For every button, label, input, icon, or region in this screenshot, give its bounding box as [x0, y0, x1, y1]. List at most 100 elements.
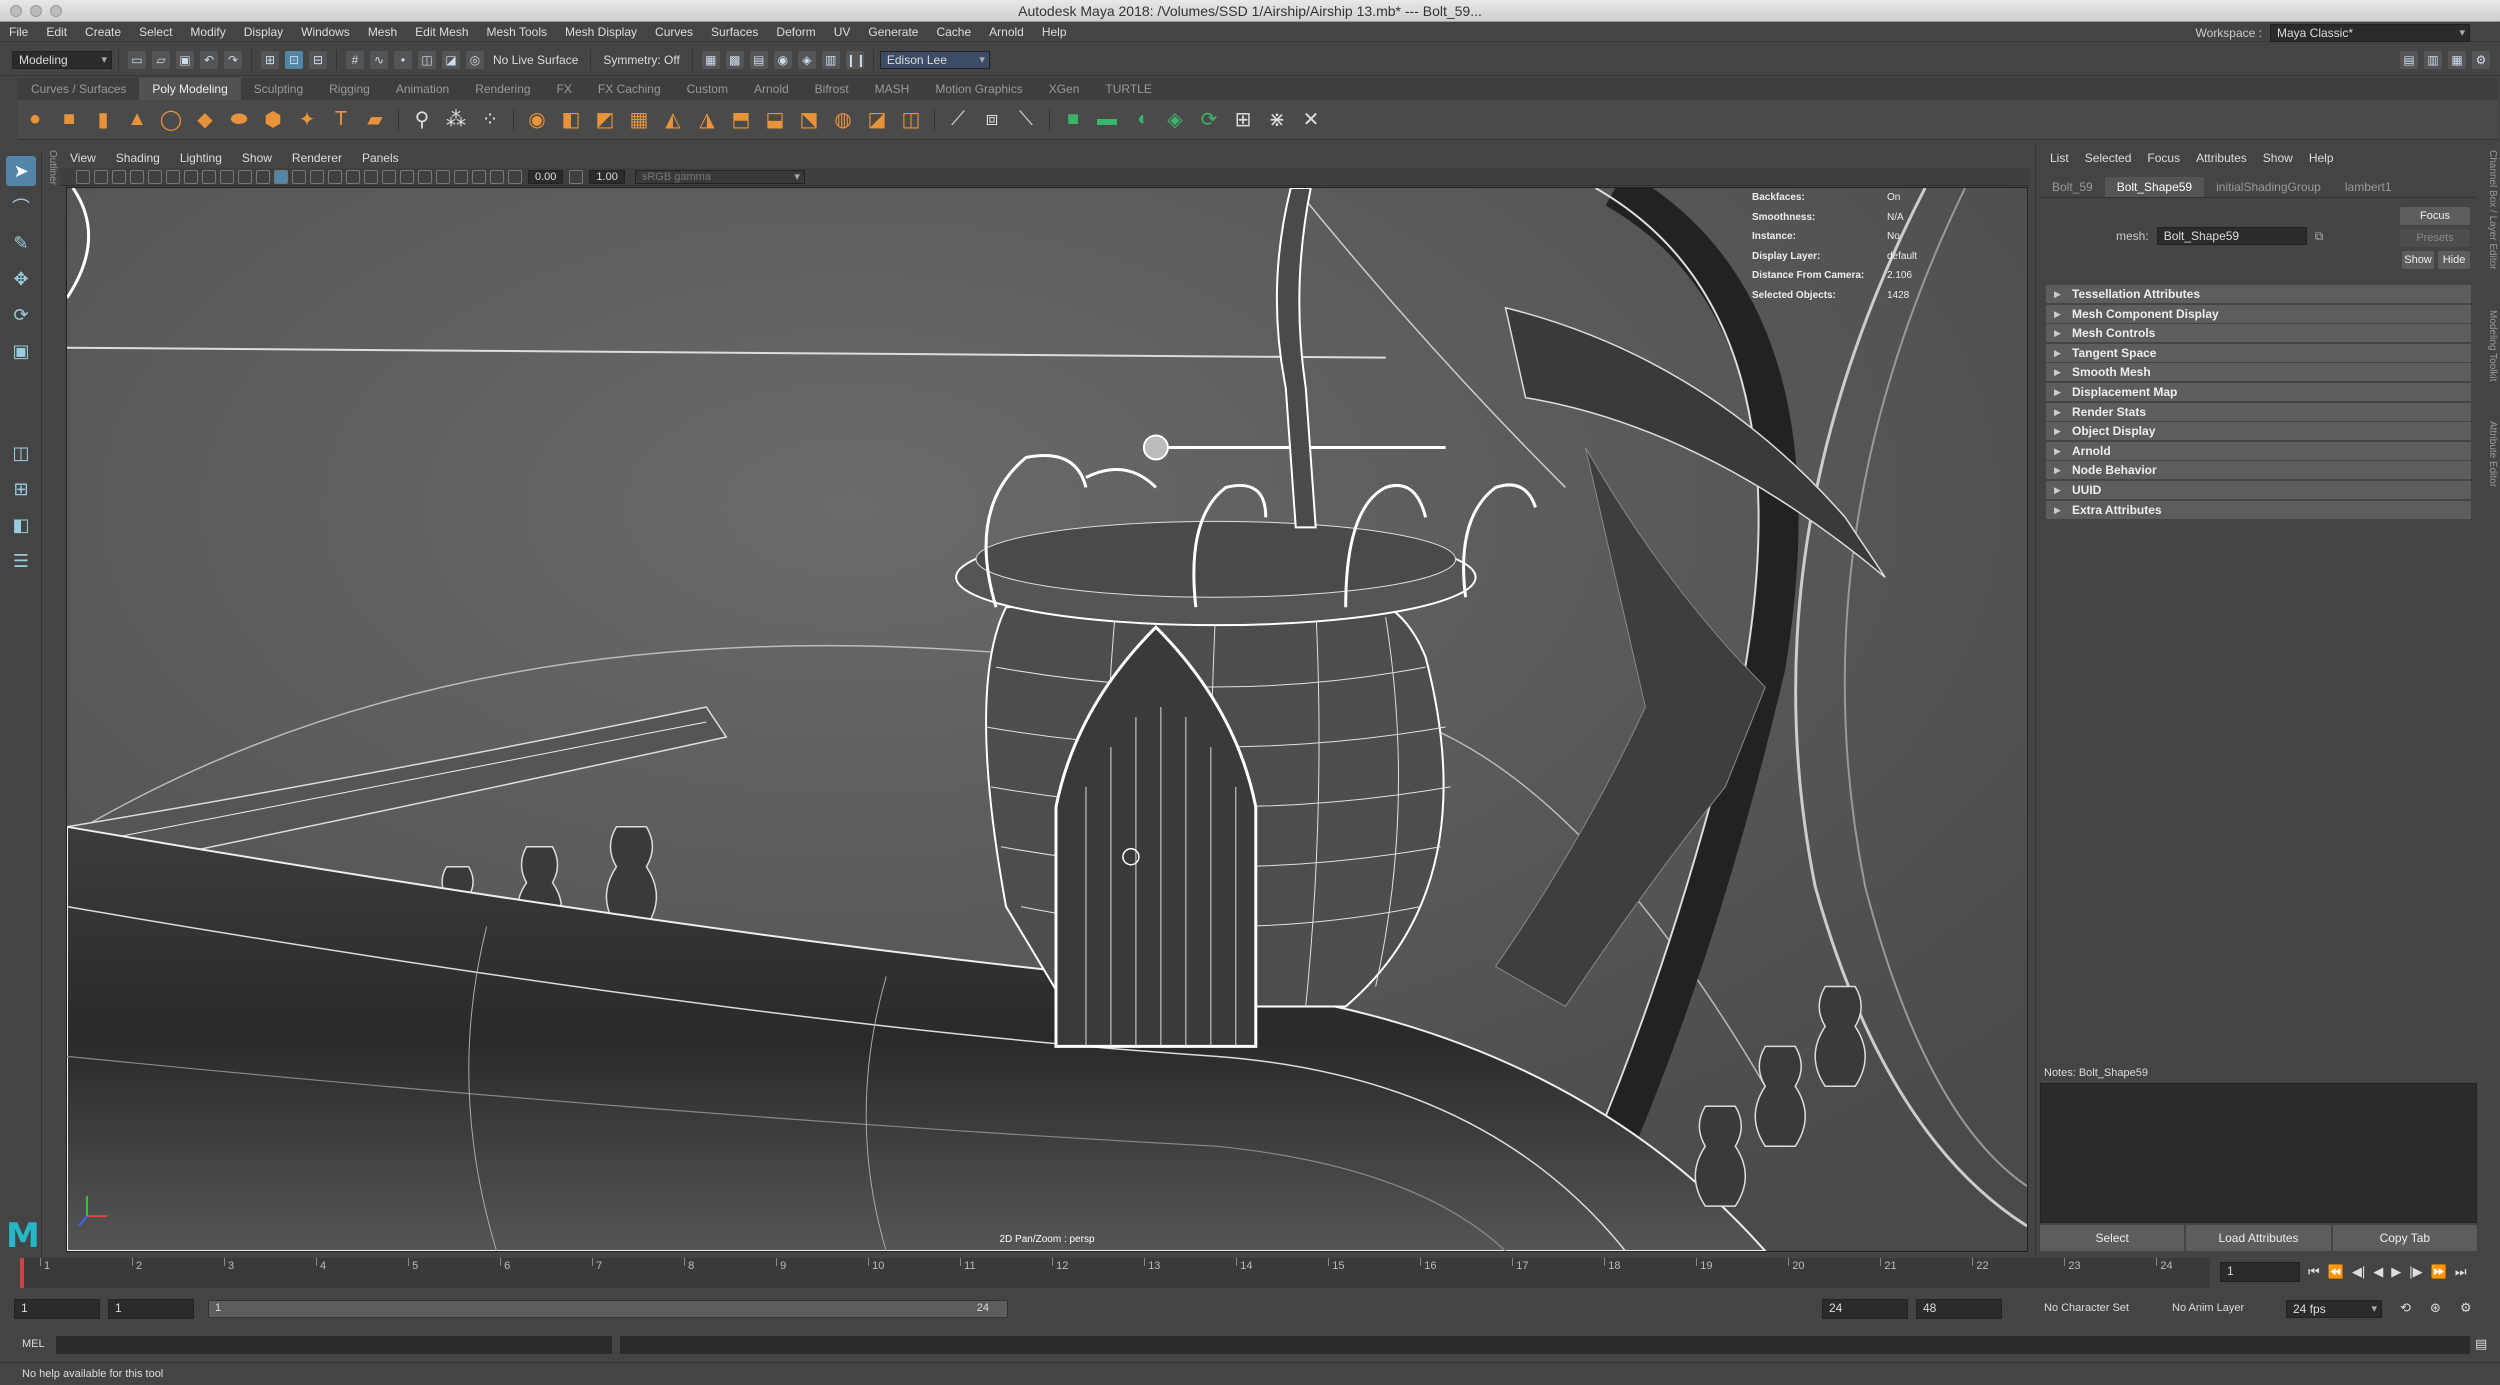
shadows-icon[interactable]: [364, 169, 378, 184]
offset-edge-loop-icon[interactable]: ⟍: [1012, 106, 1040, 134]
section-mesh-component-display[interactable]: Mesh Component Display: [2046, 304, 2471, 323]
select-object-icon[interactable]: ⊡: [285, 50, 303, 69]
menu-windows[interactable]: Windows: [292, 22, 359, 42]
platonic-solid-icon[interactable]: ⬢: [259, 106, 287, 134]
shelf-tab-motion-graphics[interactable]: Motion Graphics: [922, 78, 1035, 100]
safe-action-icon[interactable]: [238, 169, 252, 184]
focus-button[interactable]: Focus: [2400, 207, 2470, 225]
normals-tool-icon[interactable]: ⁘: [476, 106, 504, 134]
tab-bolt-shape59[interactable]: Bolt_Shape59: [2104, 177, 2205, 197]
select-hierarchy-icon[interactable]: ⊞: [261, 50, 279, 69]
animation-preferences-icon[interactable]: ⚙: [2460, 1300, 2472, 1316]
shelf-tab-xgen[interactable]: XGen: [1036, 78, 1093, 100]
screen-space-ao-icon[interactable]: [382, 169, 396, 184]
snap-point-icon[interactable]: •: [394, 50, 412, 69]
motion-blur-icon[interactable]: [400, 169, 414, 184]
copy-tab-button[interactable]: Copy Tab: [2332, 1225, 2477, 1251]
menu-mesh[interactable]: Mesh: [359, 22, 406, 42]
fill-hole-icon[interactable]: ◍: [829, 106, 857, 134]
safe-title-icon[interactable]: [256, 169, 270, 184]
camera-attributes-icon[interactable]: [94, 169, 108, 184]
menu-cache[interactable]: Cache: [927, 22, 980, 42]
insert-edge-loop-icon[interactable]: ⧈: [978, 106, 1006, 134]
section-tessellation-attributes[interactable]: Tessellation Attributes: [2046, 285, 2471, 303]
hide-button[interactable]: Hide: [2438, 251, 2470, 269]
shelf-tab-fx[interactable]: FX: [544, 78, 585, 100]
show-button[interactable]: Show: [2402, 251, 2434, 269]
perspective-viewport[interactable]: Backfaces: On Smoothness: N/A Instance: No …: [66, 187, 2028, 1252]
xray-joints-icon[interactable]: [490, 169, 504, 184]
gate-mask-icon[interactable]: [202, 169, 216, 184]
extrude-icon[interactable]: ⬒: [727, 106, 755, 134]
channel-box-toggle-icon[interactable]: ▥: [2424, 50, 2442, 69]
bookmarks-icon[interactable]: [112, 169, 126, 184]
color-space-dropdown[interactable]: sRGB gamma: [634, 169, 805, 184]
shelf-tab-poly-modeling[interactable]: Poly Modeling: [139, 78, 241, 100]
undo-icon[interactable]: ↶: [200, 50, 218, 69]
menu-deform[interactable]: Deform: [767, 22, 824, 42]
character-set-dropdown[interactable]: No Character Set: [2044, 1302, 2129, 1314]
film-gate-icon[interactable]: [166, 169, 180, 184]
poly-torus-icon[interactable]: ◯: [157, 106, 185, 134]
menu-surfaces[interactable]: Surfaces: [702, 22, 767, 42]
shelf-tab-rigging[interactable]: Rigging: [316, 78, 383, 100]
select-tool-icon[interactable]: ➤: [6, 156, 36, 186]
xray-icon[interactable]: [472, 169, 486, 184]
smooth-shade-icon[interactable]: [292, 169, 306, 184]
image-plane-icon[interactable]: [130, 169, 144, 184]
outliner-side-tab[interactable]: Outliner: [44, 150, 58, 210]
viewport-menu-show[interactable]: Show: [232, 148, 282, 168]
save-scene-icon[interactable]: ▣: [176, 50, 194, 69]
wireframe-shading-icon[interactable]: [274, 169, 288, 184]
current-frame-field[interactable]: 1: [2220, 1262, 2300, 1282]
lasso-tool-icon[interactable]: ⌒: [6, 192, 36, 222]
menu-file[interactable]: File: [0, 22, 37, 42]
poly-plane-icon[interactable]: ◆: [191, 106, 219, 134]
attribute-editor-toggle-icon[interactable]: ⚙: [2472, 50, 2490, 69]
section-mesh-controls[interactable]: Mesh Controls: [2046, 324, 2471, 343]
step-forward-frame-icon[interactable]: |▶: [2409, 1264, 2422, 1280]
animation-start-field[interactable]: 1: [14, 1299, 100, 1319]
snap-grid-icon[interactable]: #: [346, 50, 364, 69]
make-live-icon[interactable]: ◎: [466, 50, 484, 69]
menu-mesh-display[interactable]: Mesh Display: [556, 22, 646, 42]
combine-icon[interactable]: ◉: [523, 106, 551, 134]
viewport-menu-panels[interactable]: Panels: [352, 148, 409, 168]
super-shape-icon[interactable]: ✦: [293, 106, 321, 134]
use-all-lights-icon[interactable]: [346, 169, 360, 184]
anti-aliasing-icon[interactable]: [418, 169, 432, 184]
exposure-field[interactable]: 0.00: [528, 169, 564, 184]
section-uuid[interactable]: UUID: [2046, 480, 2471, 499]
ae-menu-selected[interactable]: Selected: [2077, 149, 2140, 167]
side-tab-modeling-toolkit[interactable]: Modeling Toolkit: [2484, 310, 2498, 382]
side-tab-channel-box[interactable]: Channel Box / Layer Editor: [2484, 150, 2498, 270]
textured-icon[interactable]: [328, 169, 342, 184]
uv-tool-icon[interactable]: ⁂: [442, 106, 470, 134]
reduce-icon[interactable]: ◭: [659, 106, 687, 134]
snap-surface-icon[interactable]: ◪: [442, 50, 460, 69]
render-settings-icon[interactable]: ◉: [773, 50, 792, 69]
sculpt-tool-icon[interactable]: ⚲: [408, 106, 436, 134]
menu-uv[interactable]: UV: [825, 22, 860, 42]
viewport-menu-view[interactable]: View: [60, 148, 106, 168]
ae-menu-focus[interactable]: Focus: [2139, 149, 2188, 167]
spherical-uv-icon[interactable]: ◖: [1127, 106, 1155, 134]
tab-bolt-59[interactable]: Bolt_59: [2040, 177, 2105, 197]
shelf-tab-mash[interactable]: MASH: [862, 78, 923, 100]
section-tangent-space[interactable]: Tangent Space: [2046, 343, 2471, 362]
gamma-icon[interactable]: [569, 169, 584, 184]
rotate-tool-icon[interactable]: ⟳: [6, 300, 36, 330]
scale-tool-icon[interactable]: ▣: [6, 336, 36, 366]
timeline-ruler[interactable]: 1 2 3 4 5 6 7 8 9 10 11 12 13 14 15 16 17 18 19 20 21 22 23 24: [20, 1258, 2210, 1288]
go-to-start-icon[interactable]: ⏮: [2308, 1264, 2320, 1280]
menu-generate[interactable]: Generate: [859, 22, 927, 42]
hypershade-icon[interactable]: ◈: [797, 50, 816, 69]
auto-uv-icon[interactable]: ◈: [1161, 106, 1189, 134]
script-editor-icon[interactable]: ▤: [2475, 1336, 2487, 1352]
menu-select[interactable]: Select: [130, 22, 181, 42]
workspace-dropdown[interactable]: Maya Classic*: [2270, 24, 2470, 42]
exposure-icon[interactable]: [508, 169, 522, 184]
step-back-frame-icon[interactable]: ◀|: [2352, 1264, 2365, 1280]
step-forward-key-icon[interactable]: ⏩: [2431, 1264, 2447, 1280]
sidebar-toggle-icon[interactable]: ▤: [2400, 50, 2418, 69]
